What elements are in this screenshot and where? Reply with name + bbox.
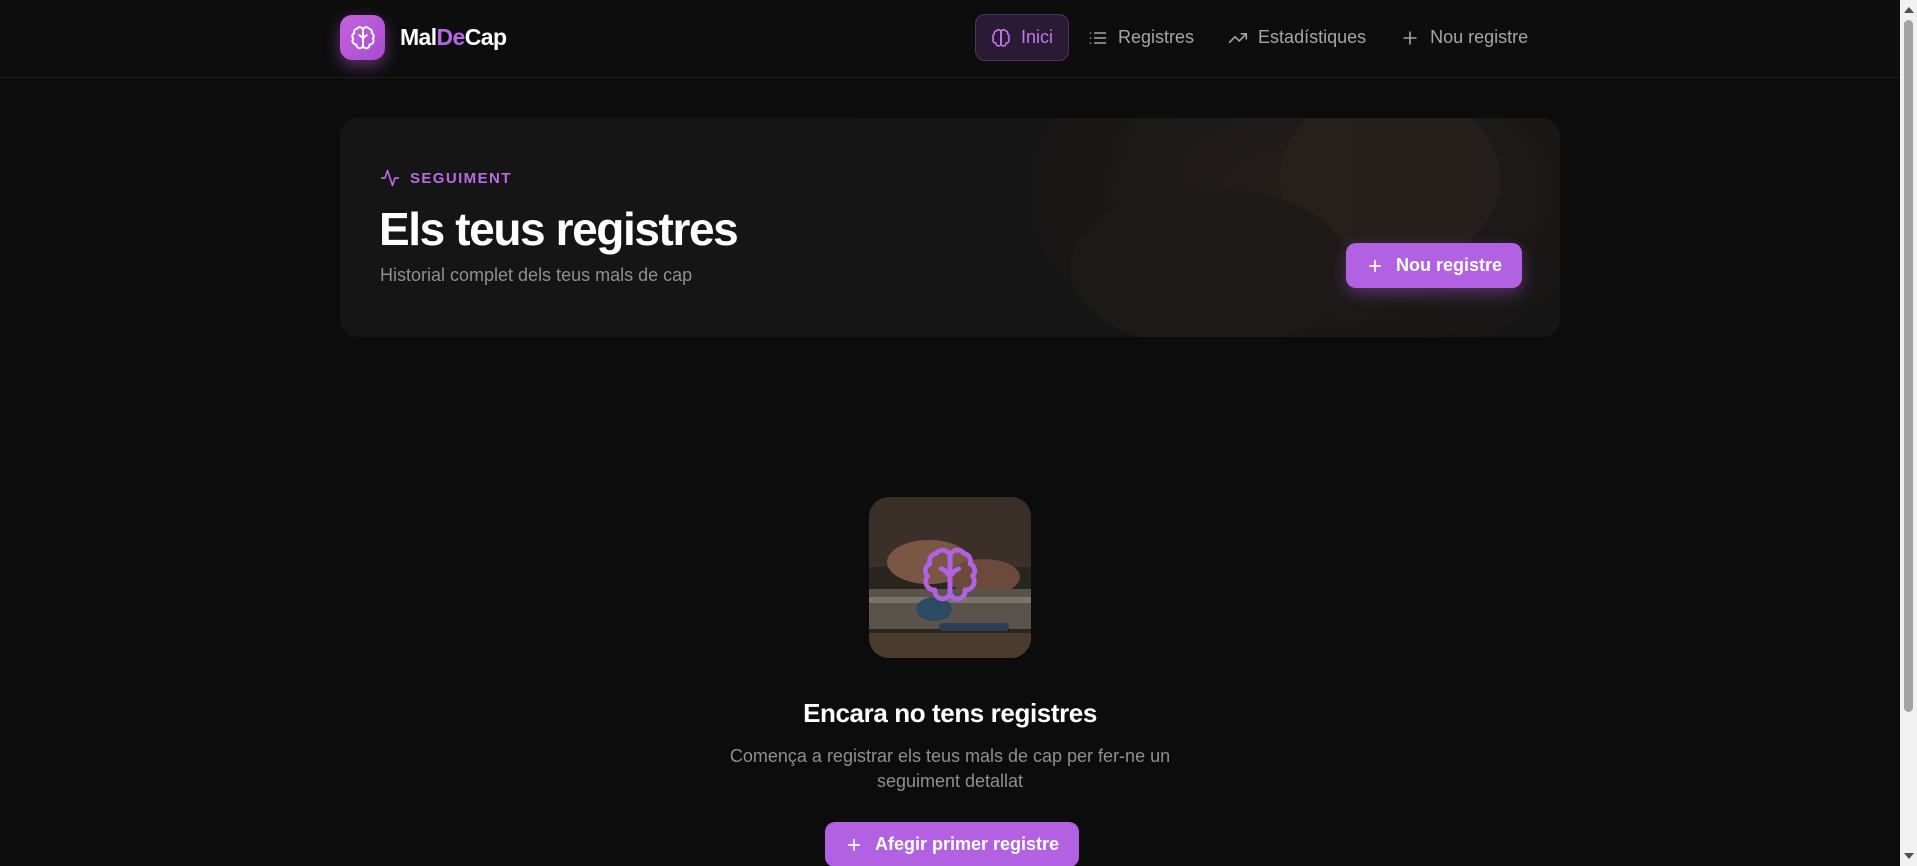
eyebrow-label: SEGUIMENT <box>410 169 512 187</box>
new-record-button[interactable]: Nou registre <box>1346 243 1523 288</box>
hero-banner: SEGUIMENT Els teus registres Historial c… <box>340 118 1560 337</box>
plus-icon <box>847 838 861 851</box>
nav-item-inici[interactable]: Inici <box>975 14 1070 61</box>
section-eyebrow: SEGUIMENT <box>380 168 512 188</box>
empty-state-description: Comença a registrar els teus mals de cap… <box>729 746 1171 791</box>
brand-part-3: Cap <box>464 24 507 50</box>
brand-name: MalDeCap <box>400 24 507 51</box>
scroll-up-arrow-icon[interactable] <box>1904 7 1914 13</box>
empty-state-illustration <box>869 497 1031 658</box>
nav-label-registres: Registres <box>1118 27 1195 47</box>
nav-item-estadistiques[interactable]: Estadístiques <box>1213 14 1381 61</box>
brand-part-2: De <box>436 24 466 50</box>
nav-label-estadistiques: Estadístiques <box>1258 27 1367 47</box>
nav-item-nou-registre[interactable]: Nou registre <box>1385 14 1543 61</box>
trending-up-icon <box>1228 32 1248 43</box>
nav-label-nou-registre: Nou registre <box>1430 27 1529 47</box>
brain-logo-icon <box>340 15 385 60</box>
top-navbar: MalDeCap Inici Registres Estadístiques N… <box>0 0 1900 78</box>
add-first-record-button[interactable]: Afegir primer registre <box>825 822 1080 866</box>
plus-icon <box>1403 30 1417 45</box>
brand-part-1: Mal <box>400 24 437 50</box>
page-title: Els teus registres <box>379 203 739 255</box>
scroll-down-arrow-icon[interactable] <box>1904 853 1914 859</box>
empty-state-title: Encara no tens registres <box>803 698 1097 728</box>
brand-logo-link[interactable]: MalDeCap <box>340 15 507 60</box>
page-subtitle: Historial complet dels teus mals de cap <box>380 265 693 285</box>
main-nav: Inici Registres Estadístiques Nou regist… <box>975 14 1547 61</box>
activity-icon <box>380 169 400 187</box>
nav-item-registres[interactable]: Registres <box>1073 14 1209 61</box>
plus-icon <box>1368 259 1382 272</box>
scrollbar-thumb[interactable] <box>1904 20 1913 712</box>
vertical-scrollbar[interactable] <box>1900 0 1917 866</box>
new-record-button-label: Nou registre <box>1396 255 1503 275</box>
list-icon <box>1089 31 1107 44</box>
brain-icon <box>992 28 1010 47</box>
nav-label-inici: Inici <box>1021 27 1054 47</box>
add-first-record-button-label: Afegir primer registre <box>875 834 1060 854</box>
